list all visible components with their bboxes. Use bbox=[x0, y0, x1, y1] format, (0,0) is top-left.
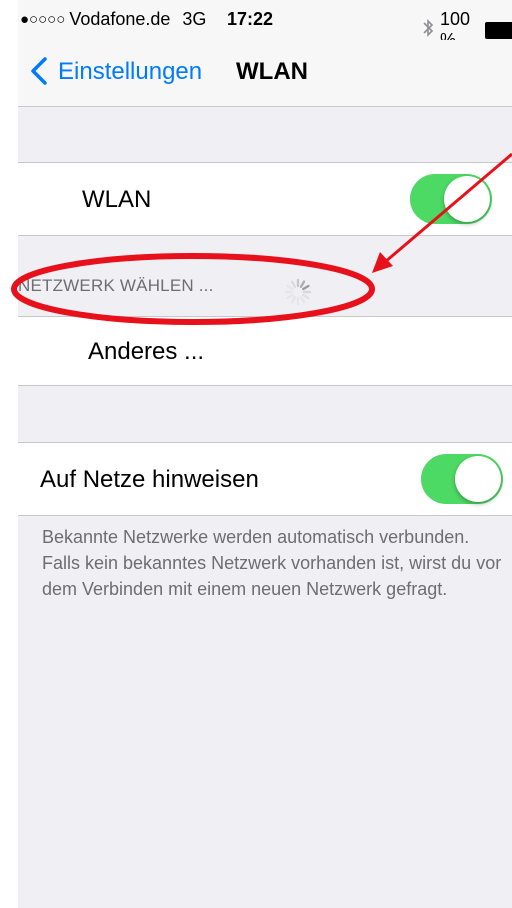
ask-to-join-toggle[interactable] bbox=[421, 454, 503, 504]
status-time: 17:22 bbox=[227, 9, 274, 29]
wlan-label: WLAN bbox=[82, 186, 152, 213]
ask-to-join-description: Bekannte Netzwerke werden automatisch ve… bbox=[42, 527, 502, 599]
signal-strength-icon: ●○○○○ bbox=[20, 11, 66, 28]
status-bar: ●○○○○ Vodafone.de 3G 17:22 100 % bbox=[18, 0, 512, 50]
navigation-bar: Einstellungen WLAN bbox=[18, 40, 512, 107]
ask-to-join-cell: Auf Netze hinweisen bbox=[18, 442, 512, 516]
toggle-knob bbox=[455, 456, 501, 502]
other-network-cell[interactable]: Anderes ... bbox=[18, 316, 512, 386]
section-header-choose-network: NETZWERK WÄHLEN ... bbox=[18, 276, 214, 295]
bluetooth-icon bbox=[422, 18, 434, 43]
ask-to-join-label: Auf Netze hinweisen bbox=[40, 466, 259, 493]
wlan-cell: WLAN bbox=[18, 162, 512, 236]
chevron-left-icon bbox=[31, 57, 47, 85]
back-button-label: Einstellungen bbox=[58, 58, 203, 85]
network-type: 3G bbox=[182, 9, 207, 29]
battery-icon bbox=[485, 21, 512, 39]
carrier-name: Vodafone.de bbox=[69, 9, 171, 29]
toggle-knob bbox=[444, 176, 490, 222]
page-title: WLAN bbox=[236, 58, 308, 85]
other-network-label: Anderes ... bbox=[88, 338, 205, 365]
settings-screen: ●○○○○ Vodafone.de 3G 17:22 100 % Einstel… bbox=[18, 0, 512, 908]
loading-spinner-icon bbox=[284, 278, 312, 306]
wlan-toggle[interactable] bbox=[410, 174, 492, 224]
